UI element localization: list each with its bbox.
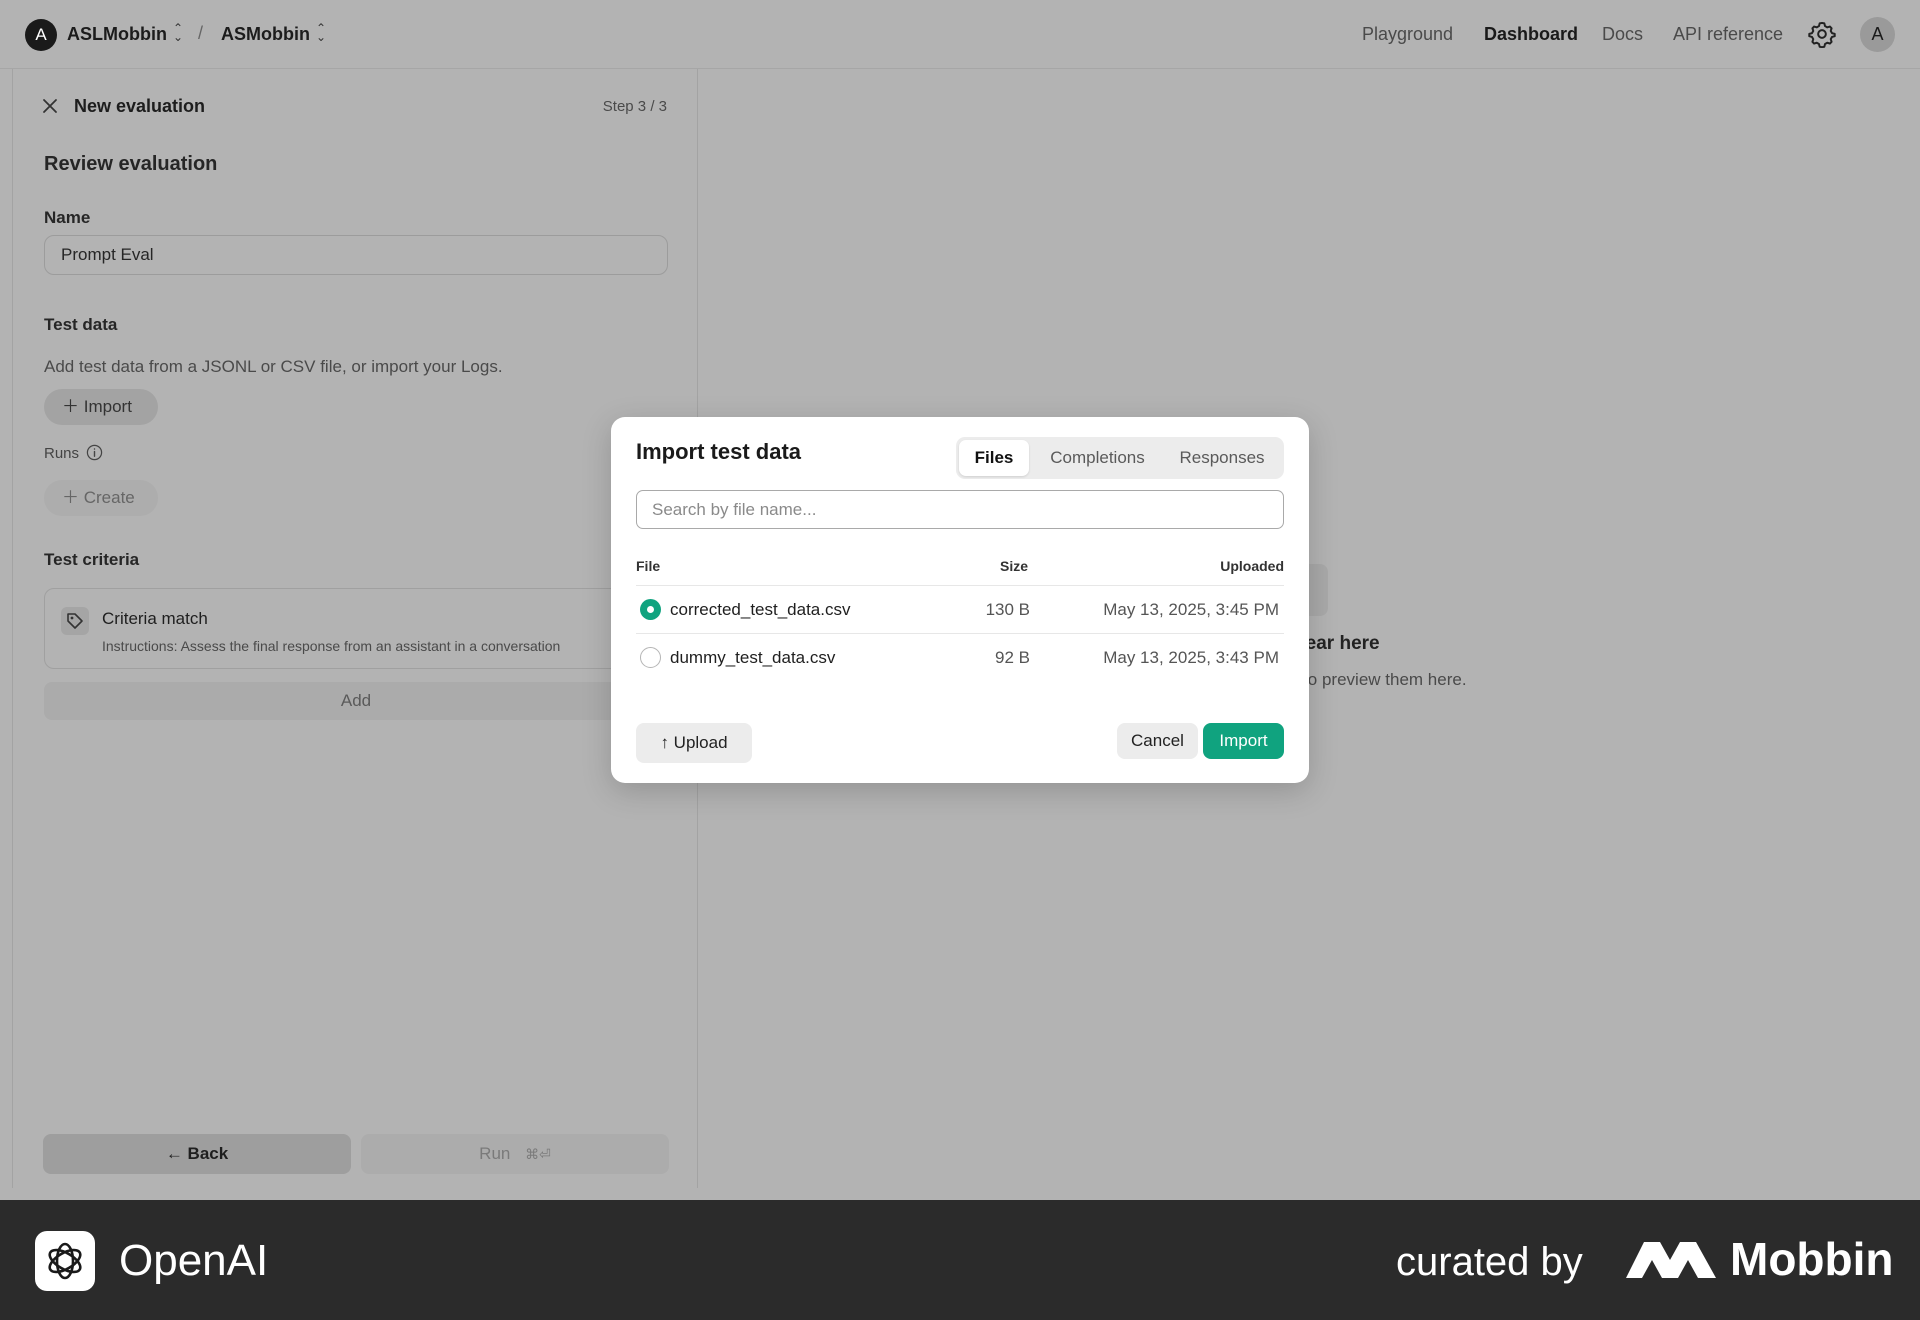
user-avatar[interactable]: A xyxy=(1860,17,1895,52)
tab-completions[interactable]: Completions xyxy=(1035,440,1160,476)
step-indicator: Step 3 / 3 xyxy=(602,98,667,115)
file-row[interactable]: dummy_test_data.csv 92 B May 13, 2025, 3… xyxy=(636,633,1284,681)
name-label: Name xyxy=(44,208,91,227)
column-header-size: Size xyxy=(999,558,1028,574)
section-heading: Review evaluation xyxy=(44,153,218,175)
nav-playground[interactable]: Playground xyxy=(1362,24,1453,45)
evaluation-panel: New evaluation Step 3 / 3 Review evaluat… xyxy=(12,69,698,1188)
criteria-title: Criteria match xyxy=(102,609,208,628)
test-criteria-label: Test criteria xyxy=(44,550,140,569)
file-radio[interactable] xyxy=(640,647,661,668)
brand-name: OpenAI xyxy=(119,1236,269,1285)
run-label: Run xyxy=(479,1144,511,1163)
column-header-file: File xyxy=(636,558,661,574)
settings-gear-icon[interactable] xyxy=(1808,20,1836,48)
cancel-button[interactable]: Cancel xyxy=(1117,723,1198,759)
import-test-data-button[interactable]: ＋ Import xyxy=(44,389,158,425)
info-icon[interactable] xyxy=(86,444,103,461)
project-switcher[interactable]: ASMobbin xyxy=(221,24,310,45)
org-switcher-chevron-icon[interactable]: ⌃ ⌄ xyxy=(171,22,185,44)
criteria-instructions: Instructions: Assess the final response … xyxy=(102,638,561,654)
file-size: 130 B xyxy=(985,600,1030,619)
org-switcher[interactable]: ASLMobbin xyxy=(67,24,167,45)
mobbin-logo-icon xyxy=(1626,1242,1716,1278)
back-button[interactable]: ← Back xyxy=(43,1134,351,1174)
name-input[interactable]: Prompt Eval xyxy=(44,235,668,275)
file-uploaded: May 13, 2025, 3:45 PM xyxy=(1103,600,1279,619)
file-search-input[interactable] xyxy=(636,490,1284,529)
arrow-left-icon: ← xyxy=(165,1144,183,1163)
add-criteria-button[interactable]: Add xyxy=(44,682,668,720)
import-test-data-modal: Import test data Files Completions Respo… xyxy=(611,417,1309,783)
modal-title: Import test data xyxy=(636,439,802,464)
curator-name: Mobbin xyxy=(1730,1233,1894,1285)
file-name: corrected_test_data.csv xyxy=(670,600,851,619)
runs-label: Runs xyxy=(44,445,80,462)
import-source-tabs: Files Completions Responses xyxy=(956,437,1284,479)
run-shortcut: ⌘⏎ xyxy=(525,1146,551,1162)
upload-label: Upload xyxy=(673,733,728,752)
criteria-card[interactable]: Criteria match Instructions: Assess the … xyxy=(44,588,668,669)
import-label: Import xyxy=(83,397,132,416)
openai-logo-icon xyxy=(35,1231,95,1291)
plus-icon: ＋ xyxy=(62,397,79,416)
import-button[interactable]: Import xyxy=(1203,723,1284,759)
org-avatar[interactable]: A xyxy=(25,19,57,51)
footer-banner: OpenAI curated by Mobbin xyxy=(0,1200,1920,1320)
run-button[interactable]: Run ⌘⏎ xyxy=(361,1134,669,1174)
arrow-up-icon: ↑ xyxy=(660,733,669,752)
nav-docs[interactable]: Docs xyxy=(1602,24,1643,45)
upload-button[interactable]: ↑ Upload xyxy=(636,723,752,763)
file-row[interactable]: corrected_test_data.csv 130 B May 13, 20… xyxy=(636,585,1284,633)
file-radio-selected[interactable] xyxy=(640,599,661,620)
nav-api-reference[interactable]: API reference xyxy=(1673,24,1783,45)
file-uploaded: May 13, 2025, 3:43 PM xyxy=(1103,648,1279,667)
project-switcher-chevron-icon[interactable]: ⌃ ⌄ xyxy=(314,22,328,44)
close-icon[interactable] xyxy=(40,96,60,116)
back-label: Back xyxy=(187,1144,229,1163)
create-run-button[interactable]: ＋ Create xyxy=(44,480,158,516)
curated-by-text: curated by xyxy=(1396,1240,1583,1284)
test-data-label: Test data xyxy=(44,315,118,334)
tab-responses[interactable]: Responses xyxy=(1164,440,1280,476)
test-data-description: Add test data from a JSONL or CSV file, … xyxy=(44,357,503,376)
file-name: dummy_test_data.csv xyxy=(670,648,836,667)
panel-title: New evaluation xyxy=(74,96,206,116)
nav-dashboard[interactable]: Dashboard xyxy=(1484,24,1578,45)
tab-files[interactable]: Files xyxy=(959,440,1029,476)
create-label: Create xyxy=(83,488,135,507)
column-header-uploaded: Uploaded xyxy=(1220,558,1284,574)
breadcrumb-separator: / xyxy=(198,23,204,43)
top-navigation-bar: A ASLMobbin ⌃ ⌄ / ASMobbin ⌃ ⌄ Playground … xyxy=(0,0,1920,69)
file-size: 92 B xyxy=(995,648,1030,667)
tag-icon xyxy=(61,607,89,635)
plus-icon: ＋ xyxy=(62,488,79,507)
